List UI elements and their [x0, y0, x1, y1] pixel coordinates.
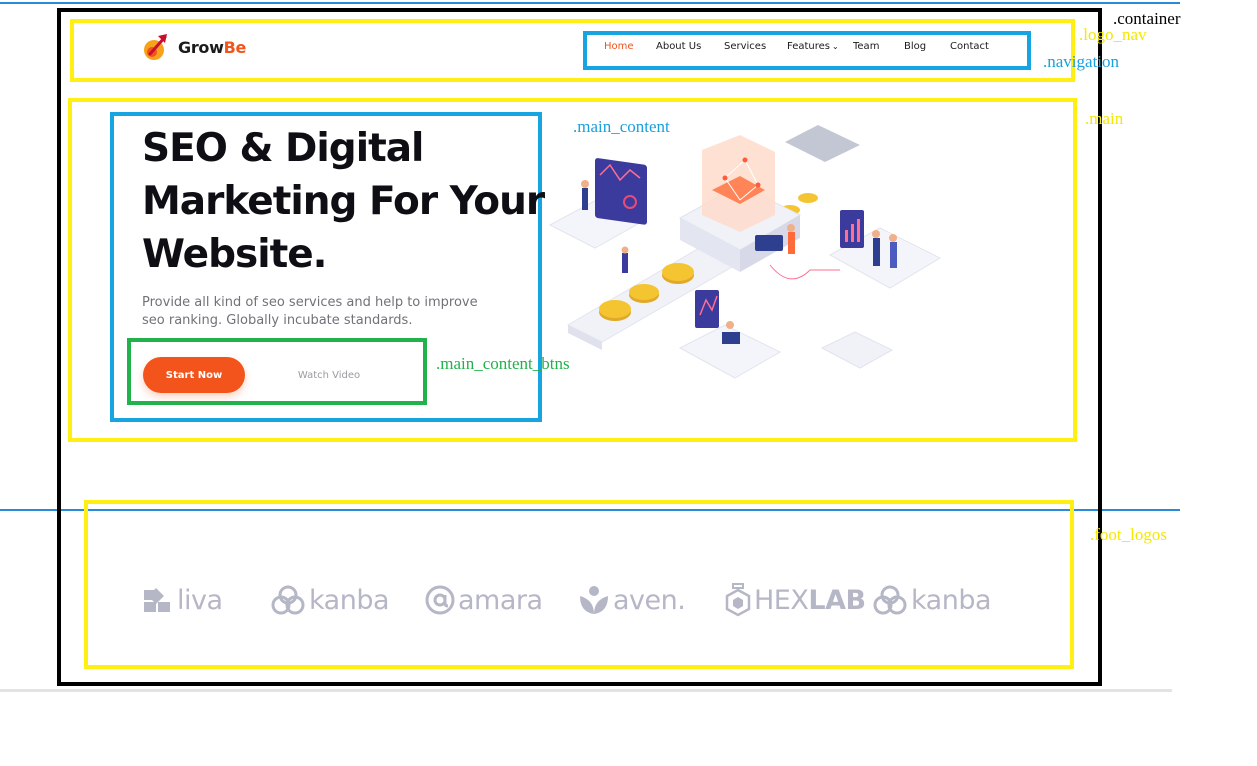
- guide-line-bottom: [0, 689, 1172, 692]
- liva-logo: liva: [142, 580, 223, 620]
- nav-home[interactable]: Home: [604, 41, 634, 52]
- nav-contact[interactable]: Contact: [950, 41, 989, 52]
- hexlab-icon: [725, 583, 751, 617]
- kanba-logo: kanba: [270, 580, 390, 620]
- liva-icon: [144, 588, 170, 612]
- watch-video-button[interactable]: Watch Video: [280, 363, 378, 387]
- hero-description: Provide all kind of seo services and hel…: [142, 294, 502, 330]
- amara-logo-text: amara: [458, 584, 543, 616]
- chevron-down-icon: ⌄: [832, 42, 839, 51]
- foot-logos-annotation: .foot_logos: [1090, 525, 1167, 544]
- hexlab-text-hex: HEX: [754, 584, 809, 616]
- hexlab-logo-text: HEXLAB: [754, 585, 866, 616]
- nav-about-us[interactable]: About Us: [656, 41, 701, 52]
- kanba-icon: [271, 585, 305, 615]
- liva-logo-text: liva: [177, 584, 223, 616]
- hero-title-line: Marketing For Your: [142, 179, 545, 224]
- aven-logo-text: aven.: [613, 584, 686, 616]
- kanba-logo-2: kanba: [872, 580, 992, 620]
- hero-title-line: SEO & Digital: [142, 126, 424, 171]
- amara-logo: amara: [425, 580, 543, 620]
- hero-title: SEO & Digital Marketing For Your Website…: [142, 122, 545, 281]
- hexlab-text-lab: LAB: [808, 584, 866, 616]
- kanba-icon: [873, 585, 907, 615]
- nav-features[interactable]: Features ⌄: [787, 41, 839, 52]
- start-now-button[interactable]: Start Now: [143, 357, 245, 393]
- navigation: Home About Us Services Features ⌄ Team Bl…: [0, 41, 1257, 55]
- guide-line-top: [0, 2, 1180, 4]
- nav-blog[interactable]: Blog: [904, 41, 926, 52]
- kanba-logo-text: kanba: [911, 584, 992, 616]
- hero-title-line: Website.: [142, 232, 328, 277]
- nav-services[interactable]: Services: [724, 41, 766, 52]
- nav-team[interactable]: Team: [853, 41, 879, 52]
- main-annotation: .main: [1085, 109, 1124, 128]
- seo-isometric-illustration: [548, 125, 942, 379]
- aven-logo: aven.: [578, 580, 686, 620]
- navigation-annotation: .navigation: [1043, 52, 1120, 71]
- kanba-logo-text: kanba: [309, 584, 390, 616]
- nav-features-label: Features: [787, 41, 830, 52]
- aven-icon: [580, 586, 608, 614]
- hero-description-line: seo ranking. Globally incubate standards…: [142, 313, 413, 328]
- hero-description-line: Provide all kind of seo services and hel…: [142, 295, 478, 310]
- amara-icon: [425, 585, 455, 615]
- hexlab-logo: HEXLAB: [725, 580, 866, 620]
